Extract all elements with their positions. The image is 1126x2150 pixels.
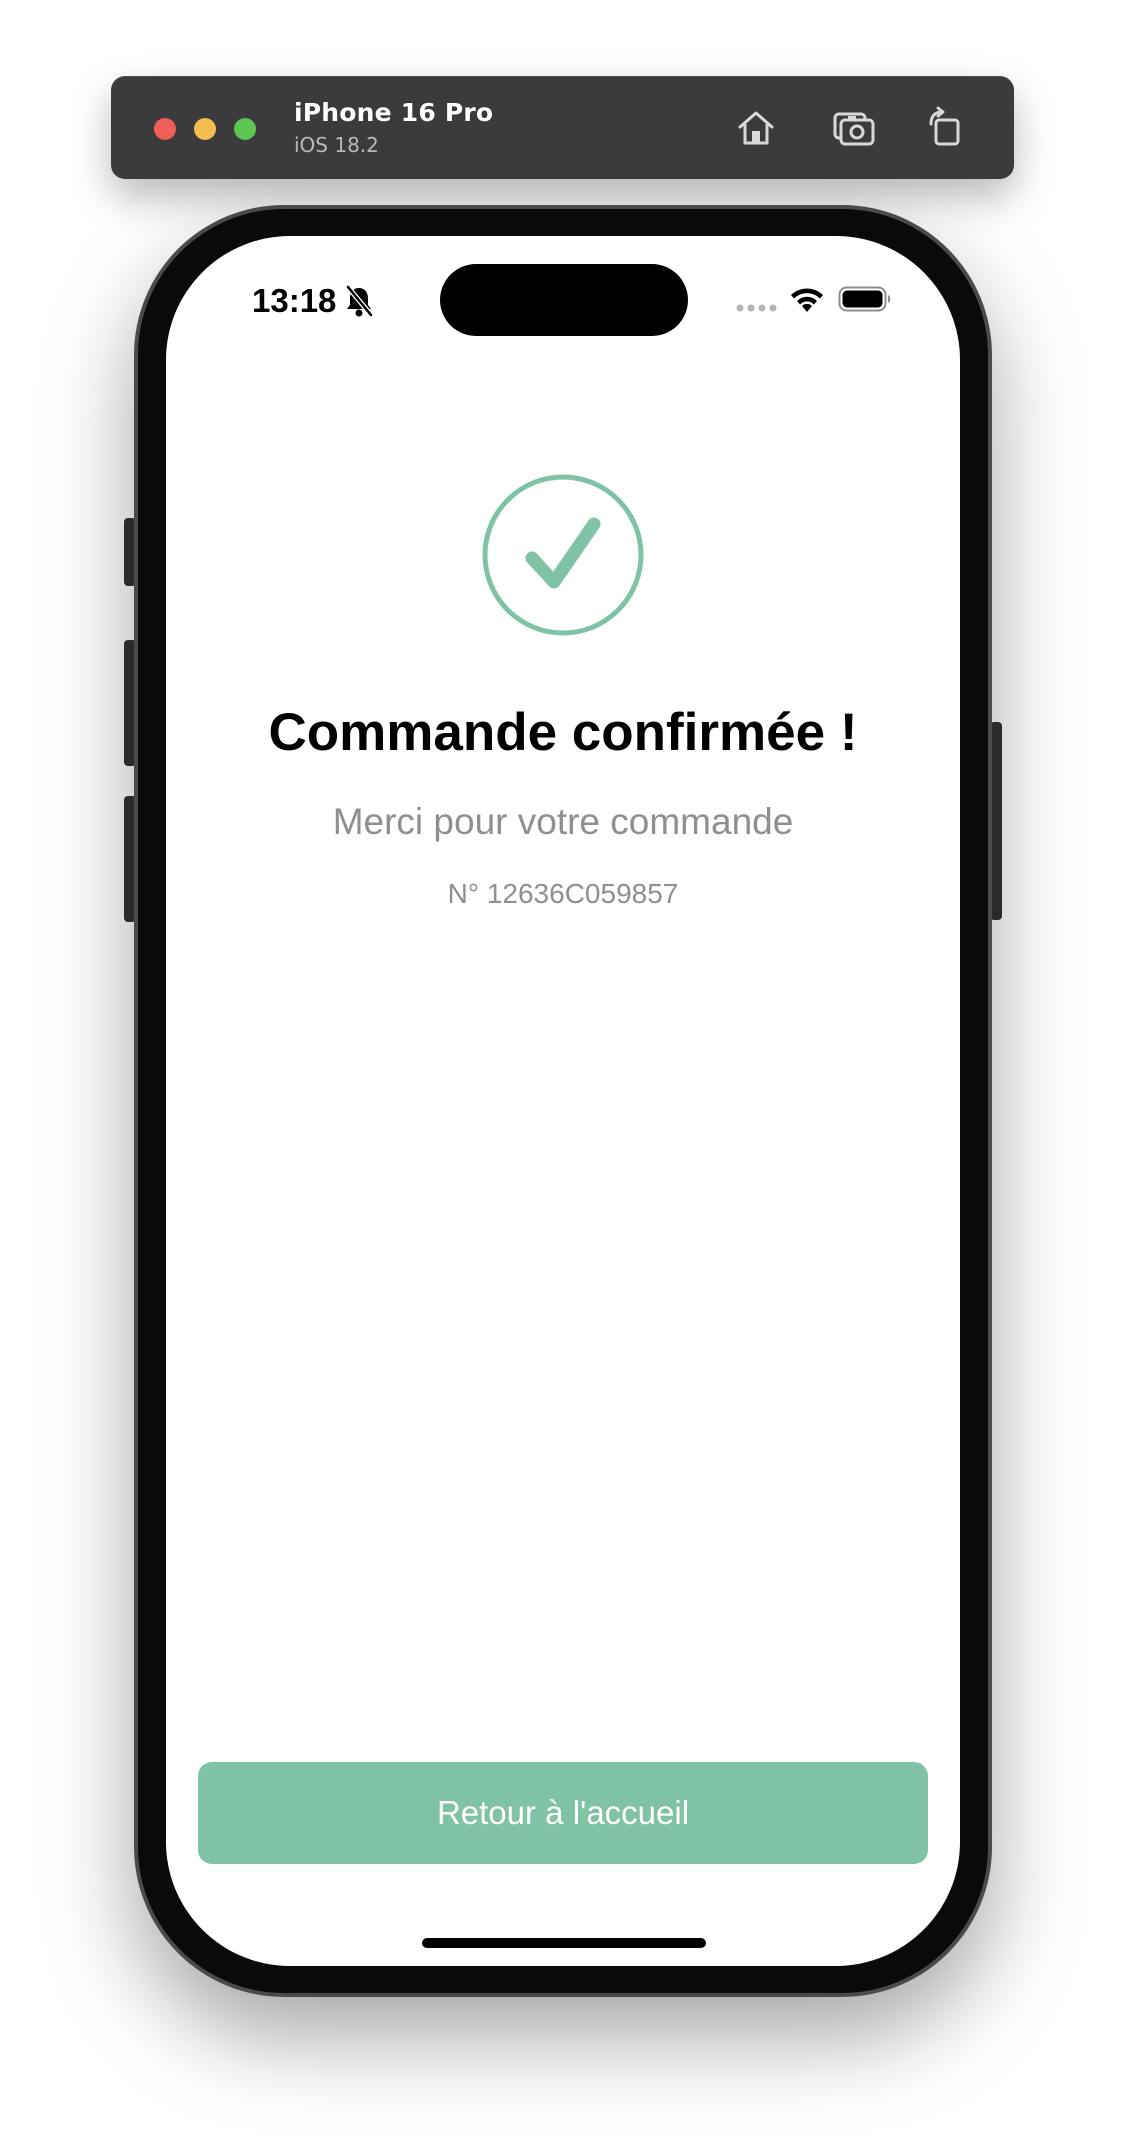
checkmark-circle-icon (482, 474, 644, 636)
wifi-icon (791, 288, 823, 312)
status-time: 13:18 (252, 282, 337, 319)
minimize-window-button[interactable] (194, 118, 216, 140)
close-window-button[interactable] (154, 118, 176, 140)
back-to-home-button[interactable]: Retour à l'accueil (198, 1762, 928, 1864)
cellular-icon (736, 304, 777, 312)
simulator-window: iPhone 16 Pro iOS 18.2 13:18 Commande co… (0, 0, 1126, 2150)
rotate-icon (929, 106, 960, 146)
zoom-window-button[interactable] (234, 118, 256, 140)
battery-icon (838, 286, 891, 312)
confirmation-subtitle: Merci pour votre commande (332, 801, 794, 842)
device-name: iPhone 16 Pro (294, 98, 494, 127)
home-icon (738, 111, 774, 145)
order-number: N° 12636C059857 (447, 878, 679, 909)
simulator-toolbar: iPhone 16 Pro iOS 18.2 (111, 76, 1014, 179)
bell-slash-icon (346, 285, 373, 317)
dynamic-island (440, 264, 688, 336)
phone-screen: 13:18 Commande confirmée ! Merci pour vo… (166, 236, 960, 1966)
home-indicator[interactable] (422, 1938, 706, 1948)
rotate-button[interactable] (917, 100, 973, 156)
confirmation-title: Commande confirmée ! (268, 703, 858, 762)
screenshot-icon (833, 112, 875, 146)
home-button-toolbar[interactable] (728, 100, 784, 156)
os-version: iOS 18.2 (294, 133, 379, 157)
screenshot-button[interactable] (826, 100, 882, 156)
